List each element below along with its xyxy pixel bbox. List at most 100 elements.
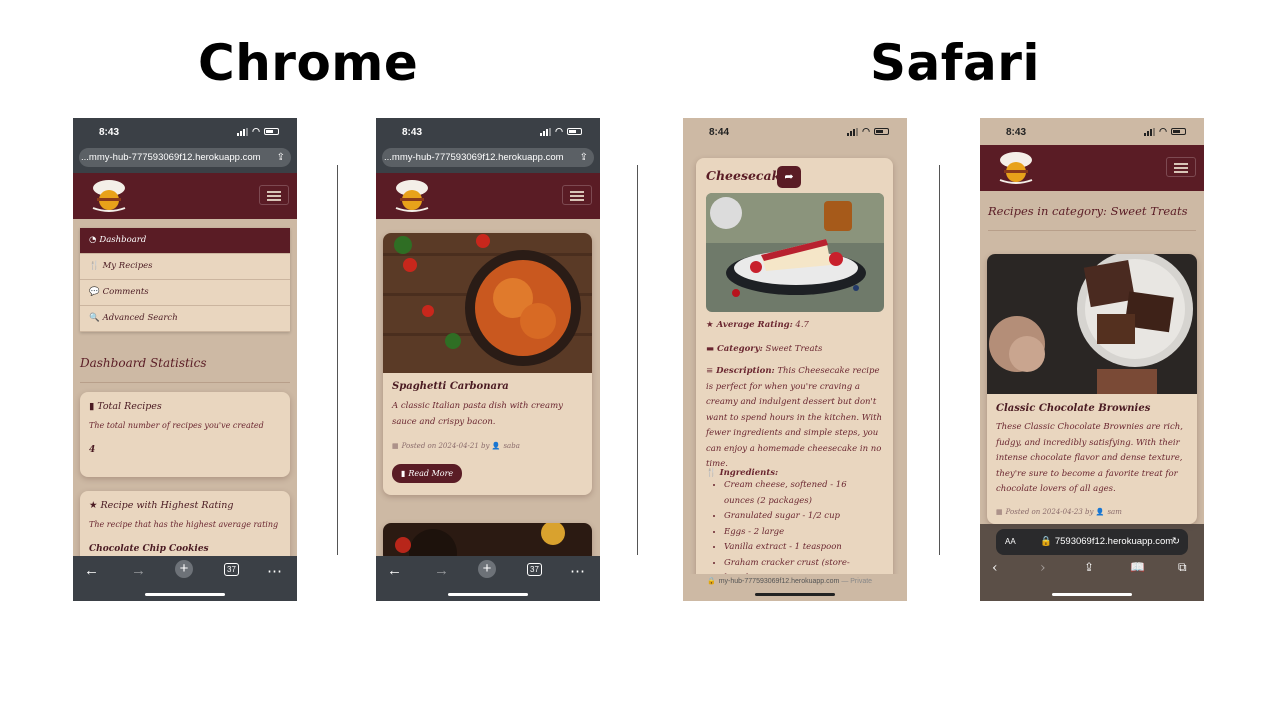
url-text: ...mmy-hub-777593069f12.herokuapp.com (81, 152, 261, 163)
recipe-title[interactable]: Classic Chocolate Brownies (996, 403, 1150, 414)
browser-toolbar: ← → + 37 ⋯ (73, 556, 297, 601)
star-icon: ★ (706, 320, 714, 330)
search-icon: 🔍 (89, 313, 100, 323)
share-icon[interactable]: ⇪ (578, 148, 588, 167)
folder-icon: ▬ (706, 344, 715, 354)
battery-icon (874, 128, 889, 135)
menu-item-comments[interactable]: 💬 Comments (80, 280, 290, 306)
recipe-card[interactable]: Classic Chocolate Brownies These Classic… (987, 254, 1197, 524)
user-icon: 👤 (491, 442, 501, 450)
address-bar[interactable]: ...mmy-hub-777593069f12.herokuapp.com ⇪ (382, 148, 594, 167)
recipe-title: Cheesecake (706, 168, 789, 183)
status-time: 8:43 (1006, 127, 1027, 138)
stat-card-total: ▮ Total Recipes The total number of recip… (80, 392, 290, 477)
address-url: 🔒 7593069f12.herokuapp.com (1040, 529, 1173, 555)
share-recipe-icon[interactable]: ➦ (777, 166, 801, 188)
back-icon[interactable]: ← (387, 562, 402, 579)
section-title: Dashboard Statistics (80, 356, 207, 370)
book-icon: ▮ (401, 469, 406, 478)
stat-desc: The recipe that has the highest average … (89, 520, 279, 529)
status-time: 8:44 (709, 127, 730, 138)
signal-icon (540, 127, 552, 136)
tab-count-button[interactable]: 37 (527, 563, 542, 576)
utensils-icon: 🍴 (706, 468, 717, 478)
new-tab-icon[interactable]: + (478, 560, 496, 578)
site-navbar (376, 173, 600, 219)
yummy-hub-logo-icon[interactable] (992, 150, 1040, 186)
forward-icon[interactable]: → (131, 562, 146, 579)
yummy-hub-logo-icon[interactable] (85, 178, 133, 214)
divider (637, 165, 638, 555)
battery-icon (1171, 128, 1186, 135)
recipe-card[interactable]: Spaghetti Carbonara A classic Italian pa… (383, 233, 592, 495)
tabs-icon[interactable]: ⧉ (1178, 560, 1187, 575)
share-icon[interactable]: ⇪ (1084, 560, 1094, 574)
menu-item-advanced-search[interactable]: 🔍 Advanced Search (80, 306, 290, 332)
home-indicator (1052, 593, 1132, 596)
read-more-button[interactable]: ▮ Read More (392, 464, 463, 483)
back-icon[interactable]: ‹ (992, 560, 998, 576)
menu-item-my-recipes[interactable]: 🍴 My Recipes (80, 254, 290, 280)
dashboard-icon: ◔ (89, 235, 97, 245)
forward-icon[interactable]: → (434, 562, 449, 579)
safari-bottom-bar: AA 🔒 7593069f12.herokuapp.com ↻ ‹ › ⇪ 📖 ⧉ (980, 524, 1204, 601)
category-heading: Recipes in category: Sweet Treats (988, 204, 1188, 218)
status-time: 8:43 (402, 127, 423, 138)
signal-icon (1144, 127, 1156, 136)
menu-toggle-button[interactable] (259, 185, 289, 205)
bookmarks-icon[interactable]: 📖 (1130, 560, 1145, 574)
phone-chrome-recipes: 8:43 ◠ ...mmy-hub-777593069f12.herokuapp… (376, 118, 600, 601)
back-icon[interactable]: ← (84, 562, 99, 579)
private-label: — Private (841, 578, 873, 585)
battery-icon (567, 128, 582, 135)
recipe-description: These Classic Chocolate Brownies are ric… (996, 422, 1183, 494)
recipe-meta: ▦ Posted on 2024-04-23 by 👤 sam (996, 508, 1122, 516)
ingredients-list: Cream cheese, softened - 16 ounces (2 pa… (696, 478, 874, 587)
calendar-icon: ▦ (392, 442, 399, 450)
status-bar: 8:44 ◠ (683, 118, 907, 146)
recipe-detail-card: Cheesecake ➦ ★ Average Rating: 4.7 ▬ Categ… (696, 158, 893, 588)
ingredients-heading: 🍴 Ingredients: (706, 468, 779, 478)
ingredient-item: Granulated sugar - 1/2 cup (724, 509, 874, 525)
calendar-icon: ▦ (996, 508, 1003, 516)
tab-count-button[interactable]: 37 (224, 563, 239, 576)
wifi-icon: ◠ (862, 126, 870, 136)
more-icon[interactable]: ⋯ (267, 562, 282, 580)
section-rule (988, 230, 1196, 231)
url-text: ...mmy-hub-777593069f12.herokuapp.com (384, 152, 564, 163)
reader-aa-button[interactable]: AA (1005, 529, 1016, 555)
site-navbar (980, 145, 1204, 191)
more-icon[interactable]: ⋯ (570, 562, 585, 580)
recipe-title[interactable]: Spaghetti Carbonara (392, 381, 509, 392)
recipe-description: A classic Italian pasta dish with creamy… (392, 401, 563, 427)
yummy-hub-logo-icon[interactable] (388, 178, 436, 214)
forward-icon[interactable]: › (1040, 560, 1046, 576)
compact-url: my-hub-777593069f12.herokuapp.com (718, 578, 840, 585)
safari-compact-bar[interactable]: 🔒 my-hub-777593069f12.herokuapp.com — Pri… (683, 574, 907, 601)
divider (939, 165, 940, 555)
wifi-icon: ◠ (1159, 126, 1167, 136)
wifi-icon: ◠ (252, 126, 260, 136)
section-rule (80, 382, 290, 383)
description-row: ≡ Description: This Cheesecake recipe is … (706, 366, 882, 469)
home-indicator (448, 593, 528, 596)
menu-item-dashboard[interactable]: ◔ Dashboard (80, 228, 290, 254)
new-tab-icon[interactable]: + (175, 560, 193, 578)
ingredient-item: Cream cheese, softened - 16 ounces (2 pa… (724, 478, 874, 509)
recipe-meta: ▦ Posted on 2024-04-21 by 👤 saba (392, 442, 520, 450)
menu-toggle-button[interactable] (562, 185, 592, 205)
category-row: ▬ Category: Sweet Treats (706, 344, 823, 354)
status-time: 8:43 (99, 127, 120, 138)
share-icon[interactable]: ⇪ (275, 148, 285, 167)
signal-icon (847, 127, 859, 136)
reload-icon[interactable]: ↻ (1172, 529, 1180, 555)
address-bar[interactable]: ...mmy-hub-777593069f12.herokuapp.com ⇪ (79, 148, 291, 167)
menu-toggle-button[interactable] (1166, 157, 1196, 177)
address-bar[interactable]: AA 🔒 7593069f12.herokuapp.com ↻ (996, 529, 1188, 555)
signal-icon (237, 127, 249, 136)
battery-icon (264, 128, 279, 135)
status-bar: 8:43 ◠ (73, 118, 297, 146)
phone-safari-detail: 8:44 ◠ Cheesecake ➦ ★ Average Rating: 4.7… (683, 118, 907, 601)
status-bar: 8:43 ◠ (376, 118, 600, 146)
ingredient-item: Vanilla extract - 1 teaspoon (724, 540, 874, 556)
